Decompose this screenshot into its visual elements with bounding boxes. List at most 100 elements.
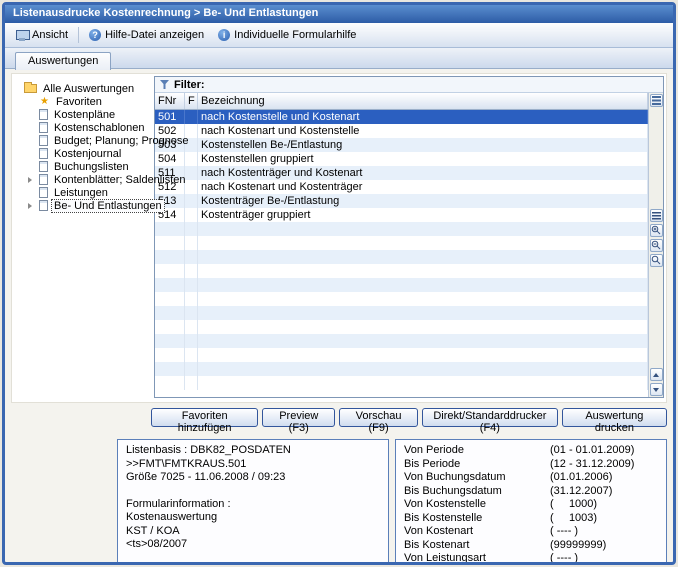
ansicht-label: Ansicht [32, 29, 68, 41]
content-area: Alle Auswertungen ★ Favoriten Kostenplän… [5, 69, 673, 565]
empty-row [155, 292, 648, 306]
tree-item-kostenjournal[interactable]: Kostenjournal [24, 147, 144, 160]
expand-arrow-icon[interactable] [28, 203, 32, 209]
vorschau-f9-button[interactable]: Vorschau (F9) [339, 408, 418, 427]
table-row[interactable]: 504 Kostenstellen gruppiert [155, 152, 648, 166]
tree-item-label: Kostenpläne [52, 109, 117, 121]
ansicht-button[interactable]: Ansicht [9, 26, 75, 44]
param-row: Von Leistungsart( ---- ) [404, 552, 658, 565]
expand-arrow-icon[interactable] [28, 177, 32, 183]
cell-fnr: 504 [155, 152, 185, 166]
cell-bezeichnung: nach Kostenträger und Kostenart [198, 166, 648, 180]
action-button-row: Favoriten hinzufügen Preview (F3) Vorsch… [151, 408, 667, 427]
empty-row [155, 320, 648, 334]
column-options-button[interactable] [650, 94, 663, 107]
param-row: Von Buchungsdatum(01.01.2006) [404, 471, 658, 485]
scroll-down-button[interactable] [650, 383, 663, 396]
param-row: Bis Kostenstelle( 1003) [404, 512, 658, 526]
tree-item-kostenplaene[interactable]: Kostenpläne [24, 108, 144, 121]
cell-flag [185, 152, 198, 166]
tree-item-be-und-entlastungen[interactable]: Be- Und Entlastungen [24, 199, 144, 212]
cell-flag [185, 194, 198, 208]
zoom-out-button[interactable] [650, 239, 663, 252]
tree-item-label: Leistungen [52, 187, 110, 199]
table-row[interactable]: 514 Kostenträger gruppiert [155, 208, 648, 222]
arrow-up-icon [653, 373, 659, 377]
column-header-fnr[interactable]: FNr [155, 93, 185, 109]
scroll-up-button[interactable] [650, 368, 663, 381]
grid-wrap: FNr F Bezeichnung 501 nach Kostenstelle … [155, 93, 663, 397]
info-line: >>FMT\FMTKRAUS.501 [126, 458, 380, 472]
cell-bezeichnung: Kostenträger Be-/Entlastung [198, 194, 648, 208]
preview-f3-button[interactable]: Preview (F3) [262, 408, 335, 427]
cell-bezeichnung: Kostenstellen gruppiert [198, 152, 648, 166]
info-line: Listenbasis : DBK82_POSDATEN [126, 444, 380, 458]
zoom-out-icon [651, 240, 661, 250]
favoriten-hinzufuegen-button[interactable]: Favoriten hinzufügen [151, 408, 258, 427]
tree-item-label: Be- Und Entlastungen [52, 200, 164, 212]
form-help-label: Individuelle Formularhilfe [234, 29, 356, 41]
tree-item-leistungen[interactable]: Leistungen [24, 186, 144, 199]
magnifier-icon [651, 255, 661, 265]
tree-item-label: Favoriten [54, 96, 104, 108]
tree-item-kontenblaetter-saldenlisten[interactable]: Kontenblätter; Saldenlisten [24, 173, 144, 186]
param-row: Bis Periode(12 - 31.12.2009) [404, 458, 658, 472]
table-row[interactable]: 501 nach Kostenstelle und Kostenart [155, 110, 648, 124]
table-row[interactable]: 512 nach Kostenart und Kostenträger [155, 180, 648, 194]
toolbar: Ansicht ? Hilfe-Datei anzeigen i Individ… [5, 23, 673, 48]
empty-row [155, 278, 648, 292]
tab-auswertungen[interactable]: Auswertungen [15, 52, 111, 70]
param-row: Von Kostenstelle( 1000) [404, 498, 658, 512]
cell-bezeichnung: Kostenstellen Be-/Entlastung [198, 138, 648, 152]
list-info-panel: Listenbasis : DBK82_POSDATEN >>FMT\FMTKR… [117, 439, 389, 565]
cell-bezeichnung: Kostenträger gruppiert [198, 208, 648, 222]
details-view-button[interactable] [650, 209, 663, 222]
info-line: Größe 7025 - 11.06.2008 / 09:23 [126, 471, 380, 485]
table-row[interactable]: 513 Kostenträger Be-/Entlastung [155, 194, 648, 208]
empty-row [155, 236, 648, 250]
zoom-reset-button[interactable] [650, 254, 663, 267]
tree-item-kostenschablonen[interactable]: Kostenschablonen [24, 121, 144, 134]
table-row[interactable]: 503 Kostenstellen Be-/Entlastung [155, 138, 648, 152]
param-row: Von Kostenart( ---- ) [404, 525, 658, 539]
form-help-button[interactable]: i Individuelle Formularhilfe [211, 26, 363, 44]
direkt-standarddrucker-f4-button[interactable]: Direkt/Standarddrucker (F4) [422, 408, 558, 427]
tree-item-label: Buchungslisten [52, 161, 131, 173]
column-header-bezeichnung[interactable]: Bezeichnung [198, 93, 648, 109]
table-row[interactable]: 502 nach Kostenart und Kostenstelle [155, 124, 648, 138]
tree-item-budget-planung-prognose[interactable]: Budget; Planung; Prognose [24, 134, 144, 147]
side-toolbar [648, 93, 663, 397]
folder-icon [24, 84, 37, 93]
auswertung-drucken-button[interactable]: Auswertung drucken [562, 408, 667, 427]
cell-flag [185, 208, 198, 222]
help-file-button[interactable]: ? Hilfe-Datei anzeigen [82, 26, 211, 44]
tree-item-buchungslisten[interactable]: Buchungslisten [24, 160, 144, 173]
filter-funnel-icon [160, 80, 169, 89]
tab-strip: Auswertungen [5, 48, 673, 69]
param-row: Bis Kostenart(99999999) [404, 539, 658, 553]
window-title: Listenausdrucke Kostenrechnung > Be- Und… [13, 7, 318, 19]
results-panel: Filter: FNr F Bezeichnung 501 nach Koste… [154, 76, 664, 398]
column-header-f[interactable]: F [185, 93, 198, 109]
document-icon [39, 109, 48, 120]
info-line [126, 485, 380, 498]
zoom-in-button[interactable] [650, 224, 663, 237]
tree-item-label: Kostenjournal [52, 148, 123, 160]
document-icon [39, 187, 48, 198]
table-row[interactable]: 511 nach Kostenträger und Kostenart [155, 166, 648, 180]
help-file-label: Hilfe-Datei anzeigen [105, 29, 204, 41]
info-line: <ts>08/2007 [126, 538, 380, 552]
filter-row[interactable]: Filter: [155, 77, 663, 93]
view-icon [16, 30, 28, 41]
tree-item-favoriten[interactable]: ★ Favoriten [24, 95, 144, 108]
tree-panel: Alle Auswertungen ★ Favoriten Kostenplän… [12, 74, 146, 402]
star-icon: ★ [39, 97, 50, 107]
tree-root-alle-auswertungen[interactable]: Alle Auswertungen [24, 82, 144, 95]
cell-fnr: 501 [155, 110, 185, 124]
empty-row [155, 222, 648, 236]
empty-row [155, 376, 648, 390]
cell-flag [185, 110, 198, 124]
empty-row [155, 250, 648, 264]
info-line: KST / KOA [126, 525, 380, 539]
app-window: Listenausdrucke Kostenrechnung > Be- Und… [2, 2, 676, 565]
